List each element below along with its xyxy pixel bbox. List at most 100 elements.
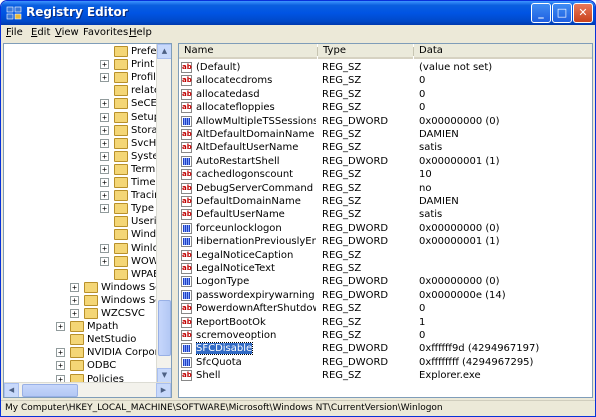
tree-node[interactable]: related xyxy=(4,84,166,97)
tree-node[interactable]: + ProfileL xyxy=(4,71,168,84)
tree-vertical-scrollbar[interactable]: ▲ ▼ xyxy=(156,44,171,383)
tree-node[interactable]: + Tracing xyxy=(4,189,167,202)
minimize-button[interactable]: _ xyxy=(531,3,551,23)
tree-node[interactable]: +NVIDIA Corporation xyxy=(4,346,171,359)
close-button[interactable]: ✕ xyxy=(573,3,593,23)
registry-value-row[interactable]: cachedlogonscount REG_SZ 10 xyxy=(179,168,592,181)
tree-horizontal-scroll-thumb[interactable] xyxy=(22,384,78,397)
tree-node[interactable]: + Termin xyxy=(4,163,164,176)
menu-help[interactable]: Help xyxy=(129,27,152,38)
expand-plus-icon[interactable]: + xyxy=(100,73,109,83)
expand-plus-icon[interactable]: + xyxy=(100,138,109,148)
scroll-up-arrow-icon[interactable]: ▲ xyxy=(157,44,171,59)
registry-value-row[interactable]: (Default) REG_SZ (value not set) xyxy=(179,61,592,74)
folder-icon xyxy=(114,72,128,84)
registry-value-row[interactable]: SfcQuota REG_DWORD 0xffffffff (4294967295) xyxy=(179,356,592,369)
value-data-cell: DAMIEN xyxy=(419,129,459,140)
registry-value-row[interactable]: AltDefaultUserName REG_SZ satis xyxy=(179,141,592,154)
column-header-name[interactable]: Name xyxy=(179,44,317,59)
tree-node[interactable]: + WZCSVC xyxy=(4,307,156,320)
registry-value-row[interactable]: LegalNoticeCaption REG_SZ xyxy=(179,249,592,262)
scroll-left-arrow-icon[interactable]: ◀ xyxy=(4,383,19,397)
title-bar[interactable]: Registry Editor _ □ ✕ xyxy=(1,1,595,25)
expand-plus-icon[interactable]: + xyxy=(100,243,109,253)
expand-plus-icon[interactable]: + xyxy=(100,60,109,70)
registry-value-row[interactable]: PowerdownAfterShutdown REG_SZ 0 xyxy=(179,302,592,315)
registry-value-row[interactable]: passwordexpirywarning REG_DWORD 0x0000000e… xyxy=(179,289,592,302)
tree-node[interactable]: + Mpath xyxy=(4,320,156,333)
expand-plus-icon[interactable]: + xyxy=(70,295,79,305)
registry-value-row[interactable]: allocatecdroms REG_SZ 0 xyxy=(179,74,592,87)
tree-node[interactable]: + Winlog xyxy=(4,242,165,255)
expand-plus-icon[interactable]: + xyxy=(56,322,65,332)
registry-value-row[interactable]: DefaultDomainName REG_SZ DAMIEN xyxy=(179,195,592,208)
tree-node[interactable]: + System xyxy=(4,150,168,163)
tree-node[interactable]: Userins xyxy=(4,215,168,228)
tree-node[interactable]: + Time Zo xyxy=(4,176,171,189)
expand-plus-icon[interactable]: + xyxy=(100,191,109,201)
tree-node[interactable]: + WOW xyxy=(4,255,159,268)
menu-file[interactable]: File xyxy=(6,27,23,38)
tree-vertical-scroll-thumb[interactable] xyxy=(158,300,171,356)
registry-value-row[interactable]: LegalNoticeText REG_SZ xyxy=(179,262,592,275)
tree-node[interactable]: + ODBC xyxy=(4,359,156,372)
value-type-cell: REG_SZ xyxy=(322,209,362,221)
expand-plus-icon[interactable]: + xyxy=(100,125,109,135)
registry-value-row[interactable]: allocatedasd REG_SZ 0 xyxy=(179,88,592,101)
registry-value-row[interactable]: AltDefaultDomainName REG_SZ DAMIEN xyxy=(179,128,592,141)
tree-node[interactable]: NetStudio xyxy=(4,333,156,346)
folder-icon xyxy=(84,294,98,306)
registry-value-row[interactable]: HibernationPreviouslyEnabled REG_DWORD 0x0… xyxy=(179,235,592,248)
value-type-cell: REG_SZ xyxy=(322,129,362,140)
registry-value-row[interactable]: forceunlocklogon REG_DWORD 0x00000000 (0) xyxy=(179,222,592,235)
expand-plus-icon[interactable]: + xyxy=(100,256,109,266)
tree-node[interactable]: + Windows Script xyxy=(4,281,171,294)
column-header-type[interactable]: Type xyxy=(318,44,413,59)
expand-plus-icon[interactable]: + xyxy=(100,112,109,122)
value-data-cell: 0 xyxy=(419,102,426,114)
expand-plus-icon[interactable]: + xyxy=(70,309,79,318)
registry-value-row[interactable]: scremoveoption REG_SZ 0 xyxy=(179,329,592,342)
menu-favorites[interactable]: Favorites xyxy=(83,27,128,38)
expand-plus-icon[interactable]: + xyxy=(100,204,109,214)
value-name: LegalNoticeText xyxy=(196,263,275,274)
menu-view[interactable]: View xyxy=(55,27,79,38)
registry-value-row[interactable]: AutoRestartShell REG_DWORD 0x00000001 (1) xyxy=(179,155,592,168)
registry-value-row[interactable]: DefaultUserName REG_SZ satis xyxy=(179,208,592,221)
expand-plus-icon[interactable]: + xyxy=(56,361,65,371)
registry-value-row[interactable]: SFCDisable REG_DWORD 0xffffff9d (429496719… xyxy=(179,342,592,356)
tree-node[interactable]: Prefetc xyxy=(4,45,166,58)
menu-edit[interactable]: Edit xyxy=(31,27,50,38)
scroll-down-arrow-icon[interactable]: ▼ xyxy=(157,368,171,383)
tree-node[interactable]: + Type 1 xyxy=(4,202,164,215)
registry-value-row[interactable]: AllowMultipleTSSessions REG_DWORD 0x000000… xyxy=(179,115,592,128)
key-tree-pane[interactable]: Prefetc + Print + ProfileL related + SeCEdi + Set… xyxy=(3,43,172,398)
maximize-button[interactable]: □ xyxy=(552,3,572,23)
expand-plus-icon[interactable]: + xyxy=(70,282,79,292)
tree-node[interactable]: + SeCEdi xyxy=(4,97,166,110)
expand-plus-icon[interactable]: + xyxy=(100,151,109,161)
expand-plus-icon[interactable]: + xyxy=(100,178,109,187)
folder-icon xyxy=(114,203,128,215)
expand-plus-icon[interactable]: + xyxy=(100,99,109,109)
expand-plus-icon[interactable]: + xyxy=(100,164,109,174)
folder-icon xyxy=(114,242,128,254)
tree-node[interactable]: + Setup xyxy=(4,111,160,124)
registry-value-row[interactable]: ReportBootOk REG_SZ 1 xyxy=(179,316,592,329)
tree-node[interactable]: WPAEv xyxy=(4,268,165,281)
tree-node[interactable]: + Storage xyxy=(4,124,170,137)
tree-node[interactable]: Windov xyxy=(4,228,168,241)
tree-node[interactable]: + SvcHos xyxy=(4,137,168,150)
registry-value-row[interactable]: DebugServerCommand REG_SZ no xyxy=(179,182,592,195)
registry-value-row[interactable]: Shell REG_SZ Explorer.exe xyxy=(179,369,592,382)
values-list-pane[interactable]: Name Type Data (Default) REG_SZ (value not… xyxy=(178,43,593,398)
expand-plus-icon[interactable]: + xyxy=(56,348,65,358)
column-header-data[interactable]: Data xyxy=(414,44,592,59)
tree-node[interactable]: + Windows Script xyxy=(4,294,171,307)
registry-value-row[interactable]: allocatefloppies REG_SZ 0 xyxy=(179,101,592,114)
string-value-icon xyxy=(181,74,192,87)
tree-node[interactable]: + Print xyxy=(4,58,156,71)
tree-horizontal-scrollbar[interactable]: ◀ ▶ xyxy=(4,382,171,397)
scroll-right-arrow-icon[interactable]: ▶ xyxy=(156,383,171,397)
registry-value-row[interactable]: LogonType REG_DWORD 0x00000000 (0) xyxy=(179,275,592,288)
